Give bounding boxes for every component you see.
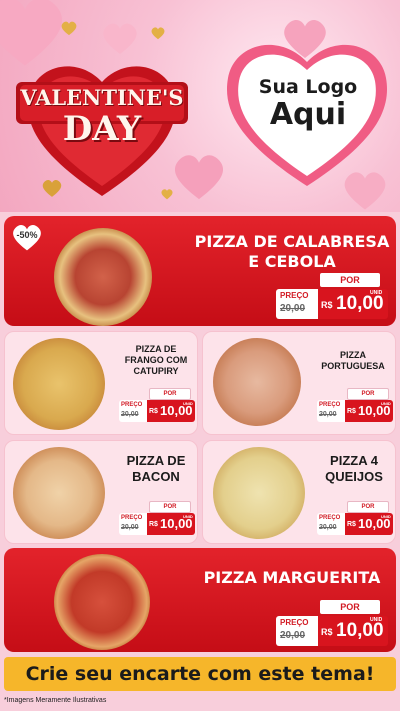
- product-name: PIZZA MARGUERITA: [203, 568, 381, 587]
- unit-label: UNID: [370, 617, 383, 623]
- create-flyer-banner[interactable]: Crie seu encarte com este tema!: [4, 657, 396, 691]
- pizza-marguerita-image: [54, 554, 150, 650]
- unit-label: UNID: [381, 401, 391, 406]
- unit-label: UNID: [381, 514, 391, 519]
- preco-label: PREÇO: [280, 291, 309, 300]
- pizza-4-queijos-image: [213, 447, 305, 539]
- currency: R$: [149, 408, 158, 415]
- old-price: 20,00: [319, 411, 337, 418]
- price-value: 10,00: [336, 293, 384, 314]
- day-title: DAY: [62, 109, 142, 149]
- product-card-bacon[interactable]: PIZZA DE BACON POR PREÇO 20,00 R$ 10,00 …: [4, 440, 198, 544]
- product-name: PIZZA DE BACON: [126, 453, 186, 484]
- logo-line-2: Aqui: [269, 97, 347, 132]
- por-label: POR: [320, 273, 380, 287]
- price-tag: POR PREÇO 20,00 R$ 10,00 UNID: [276, 273, 388, 323]
- discount-badge: -50%: [10, 222, 44, 252]
- preco-label: PREÇO: [121, 515, 143, 521]
- product-name: PIZZA PORTUGUESA: [321, 350, 385, 371]
- new-price-box: R$ 10,00 UNID: [147, 400, 195, 422]
- currency: R$: [149, 521, 158, 528]
- valentines-title: VALENTINE'S: [20, 85, 184, 110]
- price-tag: POR PREÇO 20,00 R$ 10,00 UNID: [276, 600, 388, 650]
- old-price: 20,00: [280, 630, 306, 641]
- preco-label: PREÇO: [121, 402, 143, 408]
- price-tag: POR PREÇO 20,00 R$ 10,00 UNID: [119, 501, 195, 537]
- unit-label: UNID: [370, 290, 383, 296]
- product-name: PIZZA DE FRANGO COM CATUPIRY: [124, 344, 188, 376]
- heart-decoration-icon: [103, 23, 137, 54]
- unit-label: UNID: [183, 401, 193, 406]
- por-label: POR: [149, 501, 191, 513]
- new-price-box: R$ 10,00 UNID: [318, 616, 388, 646]
- old-price: 20,00: [319, 524, 337, 531]
- product-card-4-queijos[interactable]: PIZZA 4 QUEIJOS POR PREÇO 20,00 R$ 10,00…: [202, 440, 396, 544]
- gold-heart-icon: [151, 27, 165, 40]
- new-price-box: R$ 10,00 UNID: [345, 400, 393, 422]
- product-card-portuguesa[interactable]: PIZZA PORTUGUESA POR PREÇO 20,00 R$ 10,0…: [202, 331, 396, 435]
- price-tag: POR PREÇO 20,00 R$ 10,00 UNID: [119, 388, 195, 424]
- old-price: 20,00: [280, 303, 306, 314]
- product-card-frango[interactable]: PIZZA DE FRANGO COM CATUPIRY POR PREÇO 2…: [4, 331, 198, 435]
- currency: R$: [321, 627, 333, 637]
- product-card-calabresa[interactable]: -50% PIZZA DE CALABRESA E CEBOLA POR PRE…: [4, 216, 396, 326]
- currency: R$: [347, 408, 356, 415]
- product-card-marguerita[interactable]: PIZZA MARGUERITA POR PREÇO 20,00 R$ 10,0…: [4, 548, 396, 652]
- preco-label: PREÇO: [319, 402, 341, 408]
- new-price-box: R$ 10,00 UNID: [345, 513, 393, 535]
- logo-placeholder: Sua Logo Aqui: [240, 76, 376, 132]
- discount-label: -50%: [16, 230, 38, 240]
- old-price: 20,00: [121, 524, 139, 531]
- preco-label: PREÇO: [319, 515, 341, 521]
- product-name: PIZZA DE CALABRESA E CEBOLA: [194, 232, 390, 271]
- price-tag: POR PREÇO 20,00 R$ 10,00 UNID: [317, 501, 393, 537]
- gold-heart-icon: [61, 21, 77, 36]
- preco-label: PREÇO: [280, 618, 309, 627]
- pizza-bacon-image: [13, 447, 105, 539]
- price-tag: POR PREÇO 20,00 R$ 10,00 UNID: [317, 388, 393, 424]
- pizza-calabresa-image: [54, 228, 152, 326]
- pizza-portuguesa-image: [213, 338, 301, 426]
- por-label: POR: [347, 501, 389, 513]
- hero-banner: VALENTINE'S DAY Sua Logo Aqui: [0, 0, 400, 212]
- product-name: PIZZA 4 QUEIJOS: [325, 453, 383, 484]
- por-label: POR: [149, 388, 191, 400]
- price-value: 10,00: [336, 620, 384, 641]
- unit-label: UNID: [183, 514, 193, 519]
- logo-line-1: Sua Logo: [258, 76, 358, 98]
- new-price-box: R$ 10,00 UNID: [318, 289, 388, 319]
- new-price-box: R$ 10,00 UNID: [147, 513, 195, 535]
- footnote: *Imagens Meramente Ilustrativas: [4, 697, 107, 704]
- por-label: POR: [347, 388, 389, 400]
- por-label: POR: [320, 600, 380, 614]
- currency: R$: [347, 521, 356, 528]
- old-price: 20,00: [121, 411, 139, 418]
- currency: R$: [321, 300, 333, 310]
- pizza-frango-image: [13, 338, 105, 430]
